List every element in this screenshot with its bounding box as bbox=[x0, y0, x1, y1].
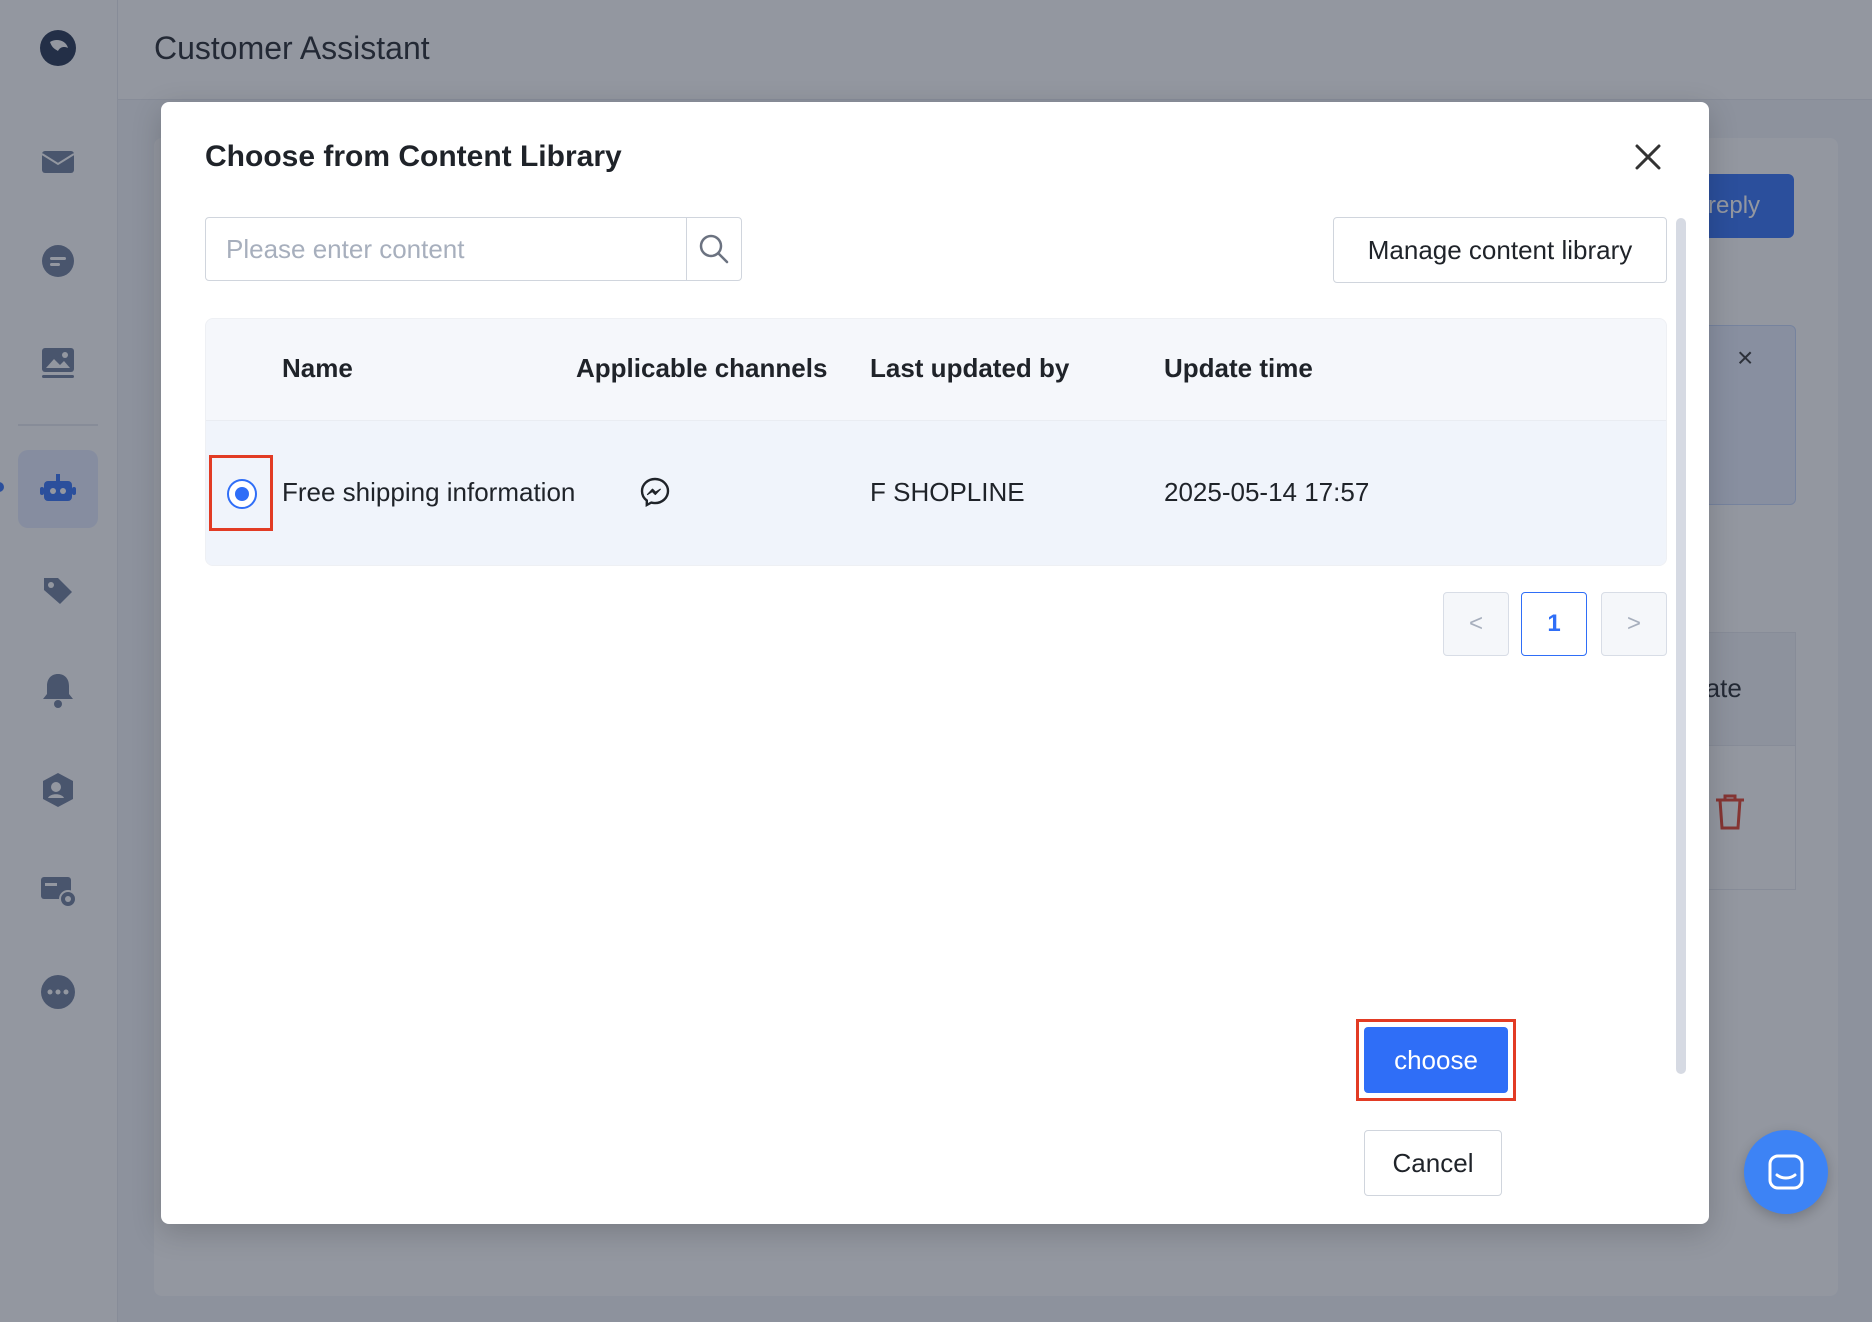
table-row[interactable]: Free shipping information F SHOPLINE 202… bbox=[206, 421, 1666, 565]
search-button[interactable] bbox=[686, 217, 742, 281]
cancel-button[interactable]: Cancel bbox=[1364, 1130, 1502, 1196]
pagination-page-1[interactable]: 1 bbox=[1521, 592, 1587, 656]
row-name: Free shipping information bbox=[282, 477, 576, 507]
row-updated-by: F SHOPLINE bbox=[870, 477, 1025, 507]
messenger-icon bbox=[640, 477, 670, 508]
table-header: Name Applicable channels Last updated by… bbox=[206, 319, 1666, 421]
dialog-scrollbar[interactable] bbox=[1676, 218, 1686, 1074]
row-update-time: 2025-05-14 17:57 bbox=[1164, 477, 1370, 507]
pagination-next-button[interactable]: > bbox=[1601, 592, 1667, 656]
search-icon bbox=[699, 234, 729, 264]
pagination-prev-button[interactable]: < bbox=[1443, 592, 1509, 656]
choose-button[interactable]: choose bbox=[1364, 1027, 1508, 1093]
search-input[interactable] bbox=[206, 218, 686, 280]
support-chat-button[interactable] bbox=[1744, 1130, 1828, 1214]
choose-button-highlight: choose bbox=[1356, 1019, 1516, 1101]
column-header-updated-by: Last updated by bbox=[870, 353, 1070, 383]
row-select-highlight bbox=[209, 455, 273, 531]
close-icon[interactable] bbox=[1629, 138, 1667, 176]
search-field bbox=[205, 217, 687, 281]
manage-content-library-button[interactable]: Manage content library bbox=[1333, 217, 1667, 283]
dialog-title: Choose from Content Library bbox=[205, 140, 622, 173]
chat-widget-icon bbox=[1768, 1154, 1804, 1190]
column-header-name: Name bbox=[282, 353, 353, 383]
row-select-radio[interactable] bbox=[227, 479, 257, 509]
column-header-update-time: Update time bbox=[1164, 353, 1313, 383]
column-header-channels: Applicable channels bbox=[576, 353, 828, 383]
content-table: Name Applicable channels Last updated by… bbox=[205, 318, 1667, 566]
